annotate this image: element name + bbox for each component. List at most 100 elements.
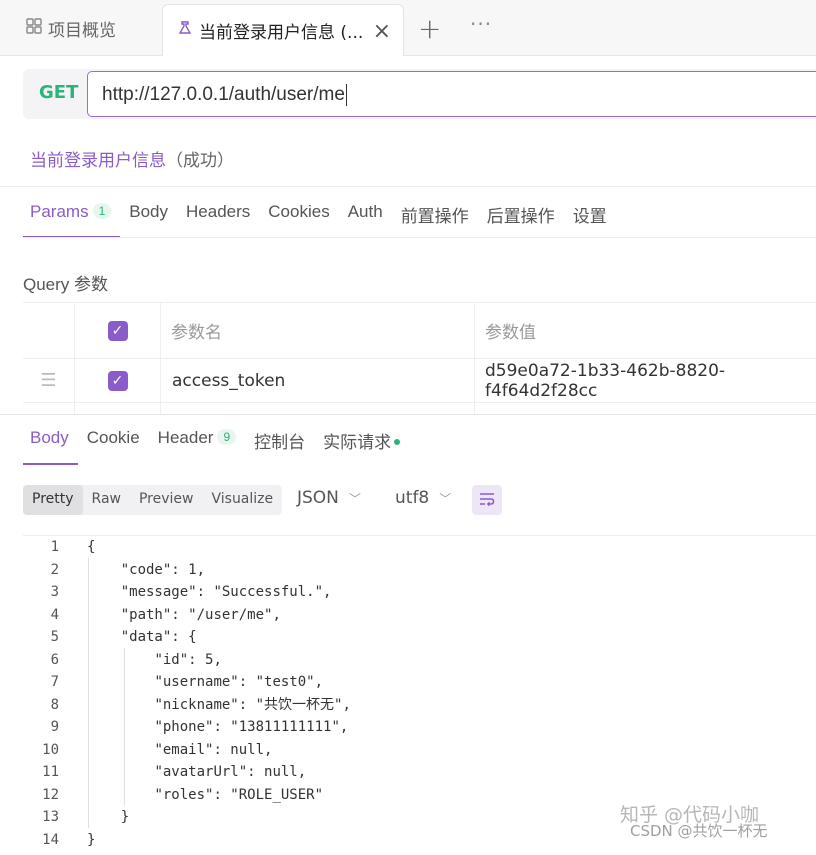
tab-console[interactable]: 控制台 [245,415,314,465]
request-name[interactable]: 当前登录用户信息 [30,151,166,171]
param-value-input[interactable]: d59e0a72-1b33-462b-8820-f4f64d2f28cc [475,359,816,402]
code-line: 2 "code": 1, [23,559,816,582]
response-tabs: Body Cookie Header 9 控制台 实际请求 [23,415,409,465]
drag-column [23,303,75,358]
line-number: 9 [50,719,59,735]
line-number: 7 [50,674,59,690]
view-raw[interactable]: Raw [83,485,130,515]
divider [23,237,816,238]
encoding-value: utf8 [395,488,430,508]
tab-response-body[interactable]: Body [23,415,78,465]
code-line: 5 "data": { [23,626,816,649]
code-line: 3 "message": "Successful.", [23,581,816,604]
view-mode-switch: Pretty Raw Preview Visualize [23,485,283,515]
line-number: 14 [42,831,59,848]
select-all-cell: ✓ [75,303,161,358]
code-text: "code": 1, [120,561,206,578]
code-text: } [87,831,96,848]
tab-bar: 项目概览 当前登录用户信息 (... × + ··· [0,0,816,56]
code-line: 1{ [23,536,816,559]
close-icon[interactable]: × [373,19,391,44]
divider [0,186,816,187]
tab-settings[interactable]: 设置 [564,192,616,238]
tab-pre-request[interactable]: 前置操作 [392,192,478,238]
format-select[interactable]: JSON ﹀ [297,488,361,508]
add-tab-button[interactable]: + [418,12,441,45]
tab-body[interactable]: Body [120,192,177,238]
view-pretty[interactable]: Pretty [23,485,83,515]
table-row: ☰ ✓ access_token d59e0a72-1b33-462b-8820… [23,359,816,403]
query-params-label: Query 参数 [23,275,109,294]
tab-actual-request-label: 实际请求 [323,433,392,452]
response-panel: Body Cookie Header 9 控制台 实际请求 Pretty Raw … [0,414,816,855]
request-url-bar: GET http://127.0.0.1/auth/user/me [23,69,816,119]
line-number: 5 [50,629,59,645]
code-line: 11 "avatarUrl": null, [23,761,816,784]
url-input[interactable]: http://127.0.0.1/auth/user/me [87,71,816,117]
line-number: 4 [50,606,59,623]
more-icon[interactable]: ··· [470,12,492,36]
chevron-down-icon: ﹀ [439,492,452,506]
code-text: "avatarUrl": null, [154,764,307,780]
code-line: 6 "id": 5, [23,649,816,672]
tab-current-request[interactable]: 当前登录用户信息 (... × [162,4,404,56]
request-title: 当前登录用户信息（成功） [30,146,234,171]
line-number: 3 [50,584,59,600]
code-text: "email": null, [154,741,273,758]
tab-current-request-label: 当前登录用户信息 (... [199,23,364,43]
tab-response-header-label: Header [157,428,214,447]
param-name-input[interactable]: access_token [161,359,475,402]
tab-cookies[interactable]: Cookies [259,192,338,238]
http-method-select[interactable]: GET [39,82,78,103]
tab-project-overview[interactable]: 项目概览 [26,16,116,41]
row-checkbox-cell: ✓ [75,359,161,402]
code-text: "roles": "ROLE_USER" [154,786,324,803]
watermark-csdn: CSDN @共饮一杯无 [630,822,768,840]
count-badge: 9 [217,429,237,445]
drag-handle[interactable]: ☰ [23,359,75,402]
count-badge: 1 [92,203,112,219]
tab-params-label: Params [30,202,89,221]
code-line: 4 "path": "/user/me", [23,604,816,627]
tab-params[interactable]: Params 1 [23,192,121,238]
request-tabs: Params 1 Body Headers Cookies Auth 前置操作 后… [23,192,616,238]
line-number: 6 [50,651,59,668]
view-preview[interactable]: Preview [130,485,203,515]
code-text: "data": { [120,629,197,645]
line-number: 10 [42,741,59,758]
code-text: "username": "test0", [154,674,324,690]
line-number: 8 [50,696,59,713]
code-text: "path": "/user/me", [120,606,281,623]
status-dot [394,439,401,445]
code-line: 10 "email": null, [23,739,816,762]
line-number: 1 [50,539,59,555]
code-line: 7 "username": "test0", [23,671,816,694]
word-wrap-button[interactable] [472,485,502,515]
tab-headers[interactable]: Headers [177,192,259,238]
view-visualize[interactable]: Visualize [202,485,282,515]
drag-handle-icon: ☰ [40,370,57,391]
url-text: http://127.0.0.1/auth/user/me [102,84,345,105]
text-caret [345,83,347,106]
tab-post-request[interactable]: 后置操作 [478,192,564,238]
tab-auth[interactable]: Auth [339,192,392,238]
encoding-select[interactable]: utf8 ﹀ [395,488,451,508]
line-number: 13 [42,809,59,825]
row-checkbox[interactable]: ✓ [107,370,128,391]
column-header-value: 参数值 [485,323,536,343]
line-number: 12 [42,786,59,803]
wrap-icon [479,491,495,510]
tab-project-overview-label: 项目概览 [48,20,116,41]
tab-actual-request[interactable]: 实际请求 [314,415,409,465]
table-header-row: ✓ 参数名 参数值 [23,303,816,359]
line-number: 2 [50,561,59,578]
grid-icon [26,17,42,39]
format-value: JSON [297,488,339,508]
select-all-checkbox[interactable]: ✓ [107,320,128,341]
tab-response-cookie[interactable]: Cookie [78,415,149,465]
chevron-down-icon: ﹀ [348,492,361,506]
code-text: "nickname": "共饮一杯无", [154,696,351,713]
code-text: } [87,809,130,825]
line-number: 11 [42,764,59,780]
tab-response-header[interactable]: Header 9 [149,415,245,465]
